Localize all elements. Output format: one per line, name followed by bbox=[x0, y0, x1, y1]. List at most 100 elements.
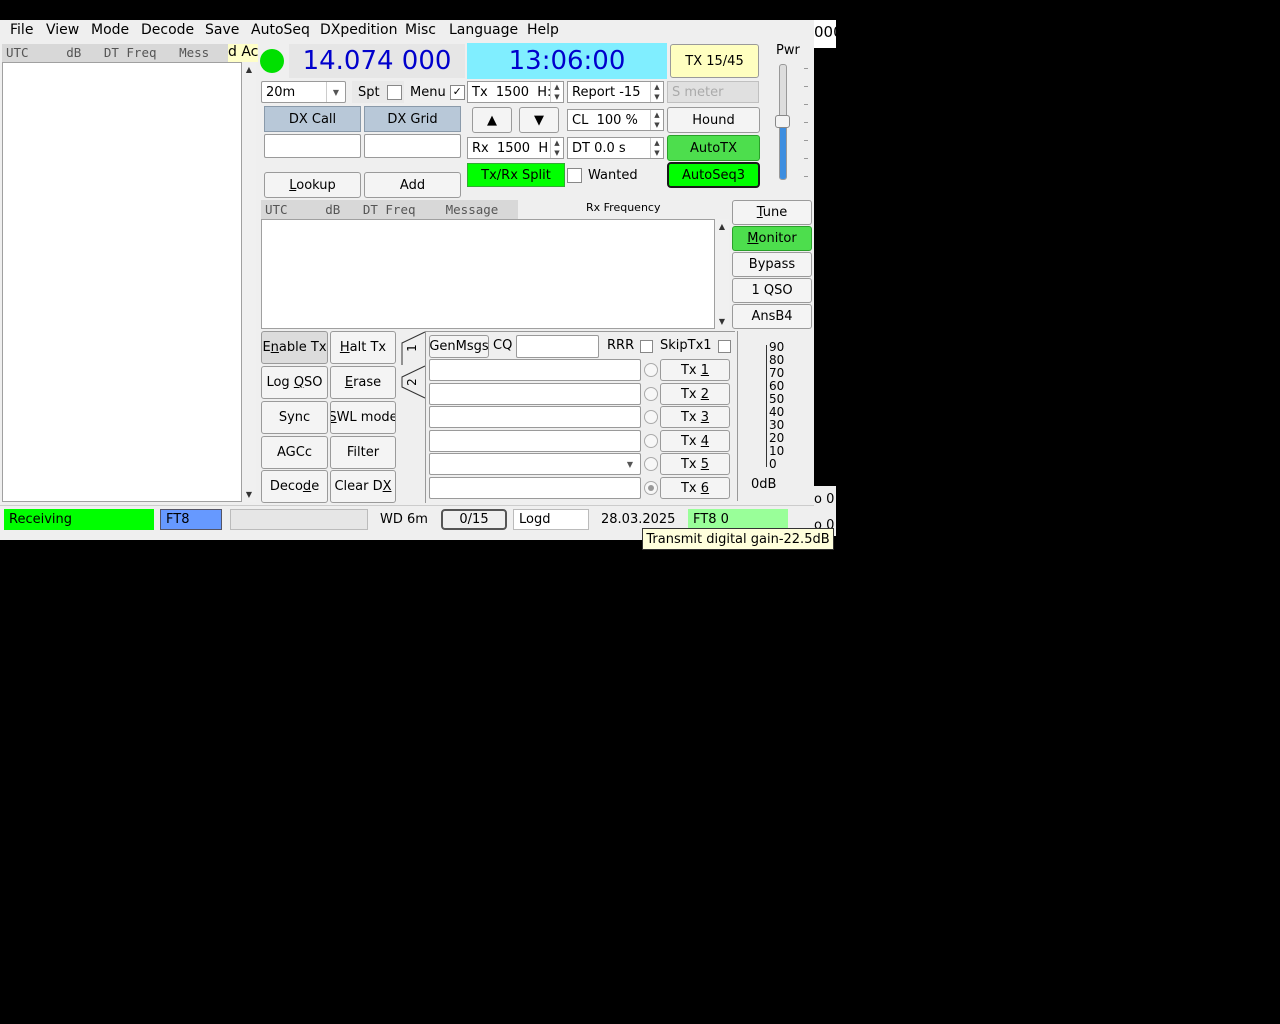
pwr-tooltip: Transmit digital gain-22.5dB bbox=[642, 528, 834, 550]
ansb4-button[interactable]: AnsB4 bbox=[732, 304, 812, 329]
band-select-value: 20m bbox=[266, 84, 296, 100]
tab-2[interactable]: 2 bbox=[398, 365, 426, 399]
swl-mode-button[interactable]: SWL mode bbox=[330, 401, 396, 434]
menu-autoseq[interactable]: AutoSeq bbox=[251, 22, 310, 38]
dx-call-input[interactable] bbox=[264, 134, 361, 158]
bypass-button[interactable]: Bypass bbox=[732, 252, 812, 277]
add-button[interactable]: Add bbox=[364, 172, 461, 198]
tx1-message-input[interactable] bbox=[429, 359, 641, 381]
dx-call-label: DX Call bbox=[264, 106, 361, 132]
genmsgs-button[interactable]: GenMsgs bbox=[429, 335, 489, 358]
cq-input[interactable] bbox=[516, 335, 599, 358]
erase-button[interactable]: Erase bbox=[330, 366, 396, 399]
rx-frequency-scrollbar[interactable]: ▲ ▼ bbox=[715, 219, 729, 329]
log-qso-button[interactable]: Log QSO bbox=[261, 366, 328, 399]
enable-tx-button[interactable]: Enable Tx bbox=[261, 331, 328, 364]
spin-arrows-icon[interactable]: ▲ ▼ bbox=[650, 138, 663, 158]
spin-arrows-icon[interactable]: ▲ ▼ bbox=[650, 82, 663, 102]
menu-help[interactable]: Help bbox=[527, 22, 559, 38]
spin-arrows-icon[interactable]: ▲ ▼ bbox=[550, 82, 563, 102]
hound-button[interactable]: Hound bbox=[667, 107, 760, 133]
band-select[interactable]: 20m ▼ bbox=[261, 81, 346, 103]
rx-frequency-header: UTC dB DT Freq Message bbox=[261, 200, 518, 219]
menu-check-box[interactable]: ✓ bbox=[449, 84, 465, 100]
decode-button[interactable]: Decode bbox=[261, 470, 328, 503]
menu-language[interactable]: Language bbox=[449, 22, 518, 38]
skiptx1-checkbox[interactable] bbox=[718, 340, 731, 353]
tx5-radio[interactable] bbox=[644, 457, 658, 471]
menu-misc[interactable]: Misc bbox=[405, 22, 436, 38]
tx-rx-split-indicator[interactable]: Tx/Rx Split bbox=[467, 163, 565, 187]
pwr-ticks bbox=[804, 64, 812, 180]
tab-2-label: 2 bbox=[404, 378, 419, 386]
tx4-button[interactable]: Tx 4 bbox=[660, 430, 730, 452]
tx4-message-input[interactable] bbox=[429, 430, 641, 452]
rx-frequency-value: Rx 1500 H bbox=[472, 140, 549, 156]
halt-tx-button[interactable]: Halt Tx bbox=[330, 331, 396, 364]
wanted-checkbox[interactable]: Wanted bbox=[567, 163, 663, 187]
wanted-check-box[interactable] bbox=[567, 167, 582, 183]
dx-grid-input[interactable] bbox=[364, 134, 461, 158]
rx-frequency-list[interactable] bbox=[261, 219, 715, 329]
tab-1[interactable]: 1 bbox=[398, 331, 426, 365]
menu-bar: File View Mode Decode Save AutoSeq DXped… bbox=[0, 20, 814, 42]
tx-frequency-spinbox[interactable]: Tx 1500 H: ▲ ▼ bbox=[467, 81, 564, 103]
tx5-message-select[interactable]: ▼ bbox=[429, 453, 641, 475]
tx3-message-input[interactable] bbox=[429, 406, 641, 428]
status-ft8: FT8 0 bbox=[688, 509, 788, 530]
sync-button[interactable]: Sync bbox=[261, 401, 328, 434]
tx1-radio[interactable] bbox=[644, 363, 658, 377]
status-mode: FT8 bbox=[160, 509, 222, 530]
agcc-button[interactable]: AGCc bbox=[261, 436, 328, 469]
report-spinbox[interactable]: Report -15 ▲ ▼ bbox=[567, 81, 664, 103]
autoseq-button[interactable]: AutoSeq3 bbox=[667, 162, 760, 188]
menu-checkbox[interactable]: Menu ✓ bbox=[405, 81, 465, 103]
pwr-slider-handle[interactable] bbox=[775, 115, 790, 128]
freq-down-button[interactable]: ▼ bbox=[519, 107, 559, 133]
spin-arrows-icon[interactable]: ▲ ▼ bbox=[650, 110, 663, 130]
cl-spinbox[interactable]: CL 100 % ▲ ▼ bbox=[567, 109, 664, 131]
status-wd: WD 6m bbox=[380, 512, 428, 527]
tune-button[interactable]: Tune bbox=[732, 200, 812, 225]
spt-check-box[interactable] bbox=[386, 84, 402, 100]
menu-decode[interactable]: Decode bbox=[141, 22, 194, 38]
tx6-radio-selected[interactable] bbox=[644, 481, 658, 495]
menu-view[interactable]: View bbox=[46, 22, 79, 38]
tx1-button[interactable]: Tx 1 bbox=[660, 359, 730, 381]
menu-file[interactable]: File bbox=[10, 22, 33, 38]
freq-up-button[interactable]: ▲ bbox=[472, 107, 512, 133]
menu-checkbox-label: Menu bbox=[410, 84, 446, 100]
band-activity-list[interactable] bbox=[2, 62, 242, 502]
background-window-fragment: 000 bbox=[814, 20, 836, 48]
monitor-button[interactable]: Monitor bbox=[732, 226, 812, 251]
tx3-button[interactable]: Tx 3 bbox=[660, 406, 730, 428]
clear-dx-button[interactable]: Clear DX bbox=[330, 470, 396, 503]
tx4-radio[interactable] bbox=[644, 434, 658, 448]
pwr-slider-fill bbox=[780, 121, 786, 179]
one-qso-button[interactable]: 1 QSO bbox=[732, 278, 812, 303]
tx5-button[interactable]: Tx 5 bbox=[660, 453, 730, 475]
wanted-label: Wanted bbox=[588, 167, 638, 183]
tx2-button[interactable]: Tx 2 bbox=[660, 383, 730, 405]
menu-save[interactable]: Save bbox=[205, 22, 239, 38]
tx2-radio[interactable] bbox=[644, 387, 658, 401]
spin-arrows-icon[interactable]: ▲ ▼ bbox=[550, 138, 563, 158]
menu-dxpedition[interactable]: DXpedition bbox=[320, 22, 397, 38]
tx-frequency-value: Tx 1500 H: bbox=[472, 84, 552, 100]
status-led bbox=[260, 49, 284, 73]
rrr-checkbox[interactable] bbox=[640, 340, 653, 353]
dt-spinbox[interactable]: DT 0.0 s ▲ ▼ bbox=[567, 137, 664, 159]
cq-label: CQ bbox=[493, 338, 513, 353]
rx-frequency-spinbox[interactable]: Rx 1500 H ▲ ▼ bbox=[467, 137, 564, 159]
tx6-message-input[interactable] bbox=[429, 477, 641, 499]
filter-button[interactable]: Filter bbox=[330, 436, 396, 469]
spt-checkbox[interactable]: Spt bbox=[352, 81, 404, 103]
lookup-button[interactable]: Lookup bbox=[264, 172, 361, 198]
chevron-down-icon: ▼ bbox=[626, 459, 634, 469]
tx3-radio[interactable] bbox=[644, 410, 658, 424]
autotx-button[interactable]: AutoTX bbox=[667, 135, 760, 161]
tx2-message-input[interactable] bbox=[429, 383, 641, 405]
tx6-button[interactable]: Tx 6 bbox=[660, 477, 730, 499]
menu-mode[interactable]: Mode bbox=[91, 22, 129, 38]
band-activity-scrollbar[interactable]: ▲ ▼ bbox=[242, 62, 256, 502]
